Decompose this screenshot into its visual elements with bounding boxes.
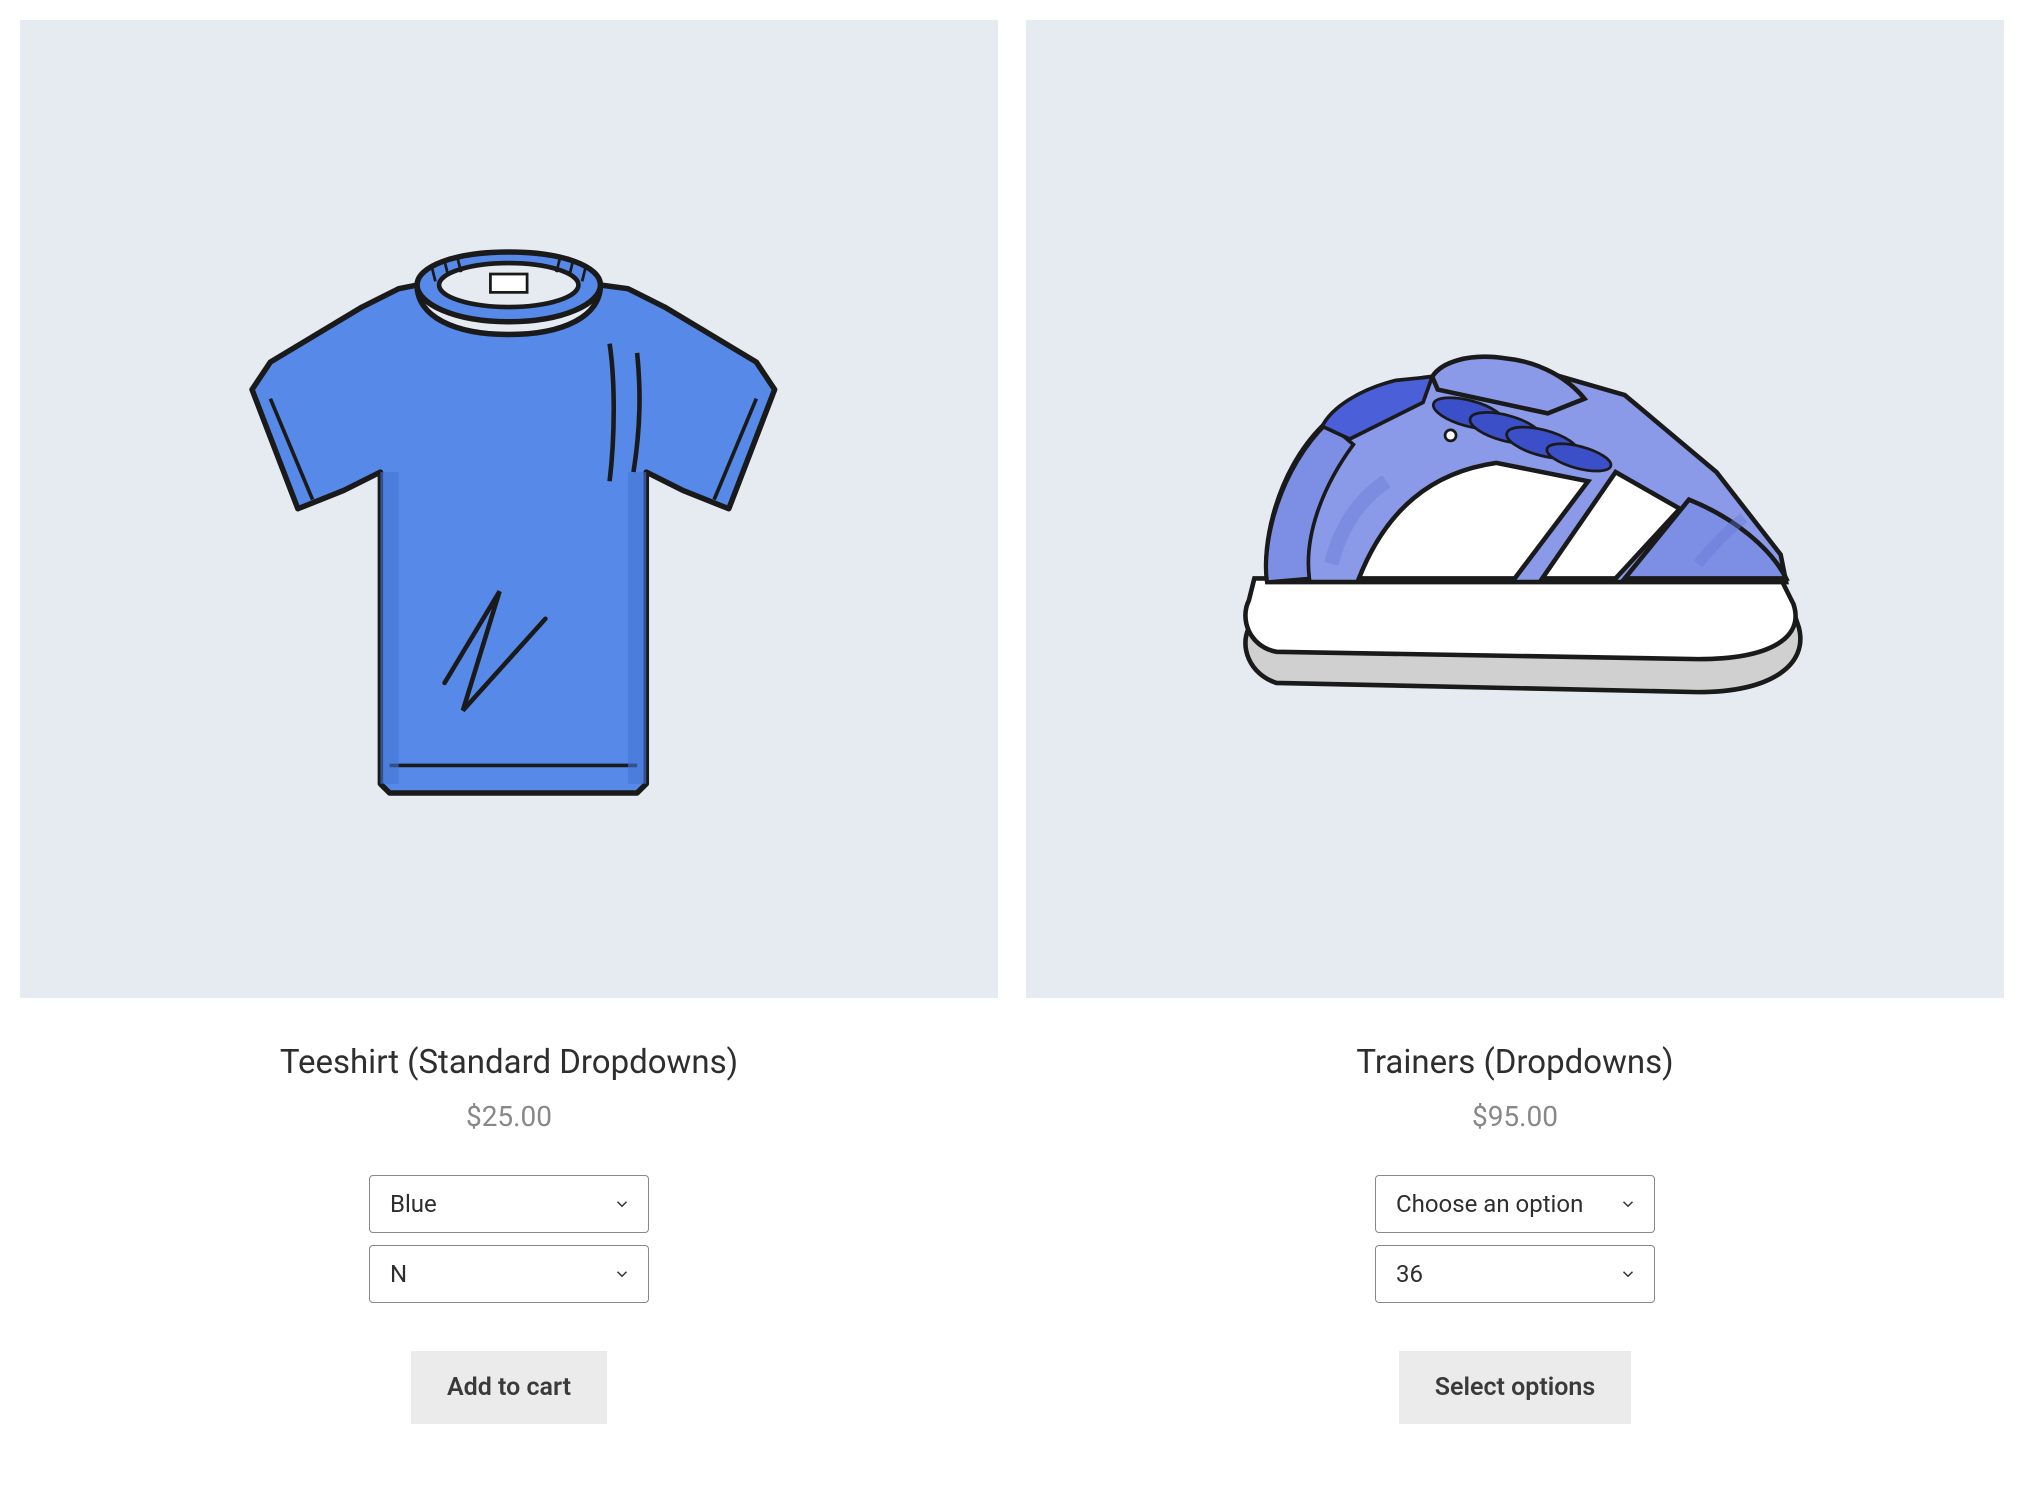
size-select[interactable]: 36 bbox=[1375, 1245, 1655, 1303]
add-to-cart-button[interactable]: Add to cart bbox=[411, 1351, 607, 1424]
select-wrapper-size: N bbox=[369, 1245, 649, 1303]
product-title: Teeshirt (Standard Dropdowns) bbox=[280, 1043, 738, 1082]
select-options-button[interactable]: Select options bbox=[1399, 1351, 1631, 1424]
product-title: Trainers (Dropdowns) bbox=[1356, 1043, 1673, 1082]
product-image-trainers[interactable] bbox=[1026, 20, 2004, 998]
color-select[interactable]: Blue bbox=[369, 1175, 649, 1233]
sneaker-icon bbox=[1148, 142, 1882, 876]
select-wrapper-size: 36 bbox=[1375, 1245, 1655, 1303]
product-card-teeshirt: Teeshirt (Standard Dropdowns) $25.00 Blu… bbox=[20, 20, 998, 1424]
product-options: Blue N bbox=[369, 1175, 649, 1303]
select-wrapper-color: Blue bbox=[369, 1175, 649, 1233]
product-grid: Teeshirt (Standard Dropdowns) $25.00 Blu… bbox=[20, 20, 2004, 1424]
product-card-trainers: Trainers (Dropdowns) $95.00 Choose an op… bbox=[1026, 20, 2004, 1424]
select-wrapper-option: Choose an option bbox=[1375, 1175, 1655, 1233]
option-select[interactable]: Choose an option bbox=[1375, 1175, 1655, 1233]
product-price: $95.00 bbox=[1472, 1100, 1558, 1133]
product-image-teeshirt[interactable] bbox=[20, 20, 998, 998]
tshirt-icon bbox=[142, 142, 876, 876]
product-options: Choose an option 36 bbox=[1375, 1175, 1655, 1303]
product-price: $25.00 bbox=[466, 1100, 552, 1133]
size-select[interactable]: N bbox=[369, 1245, 649, 1303]
